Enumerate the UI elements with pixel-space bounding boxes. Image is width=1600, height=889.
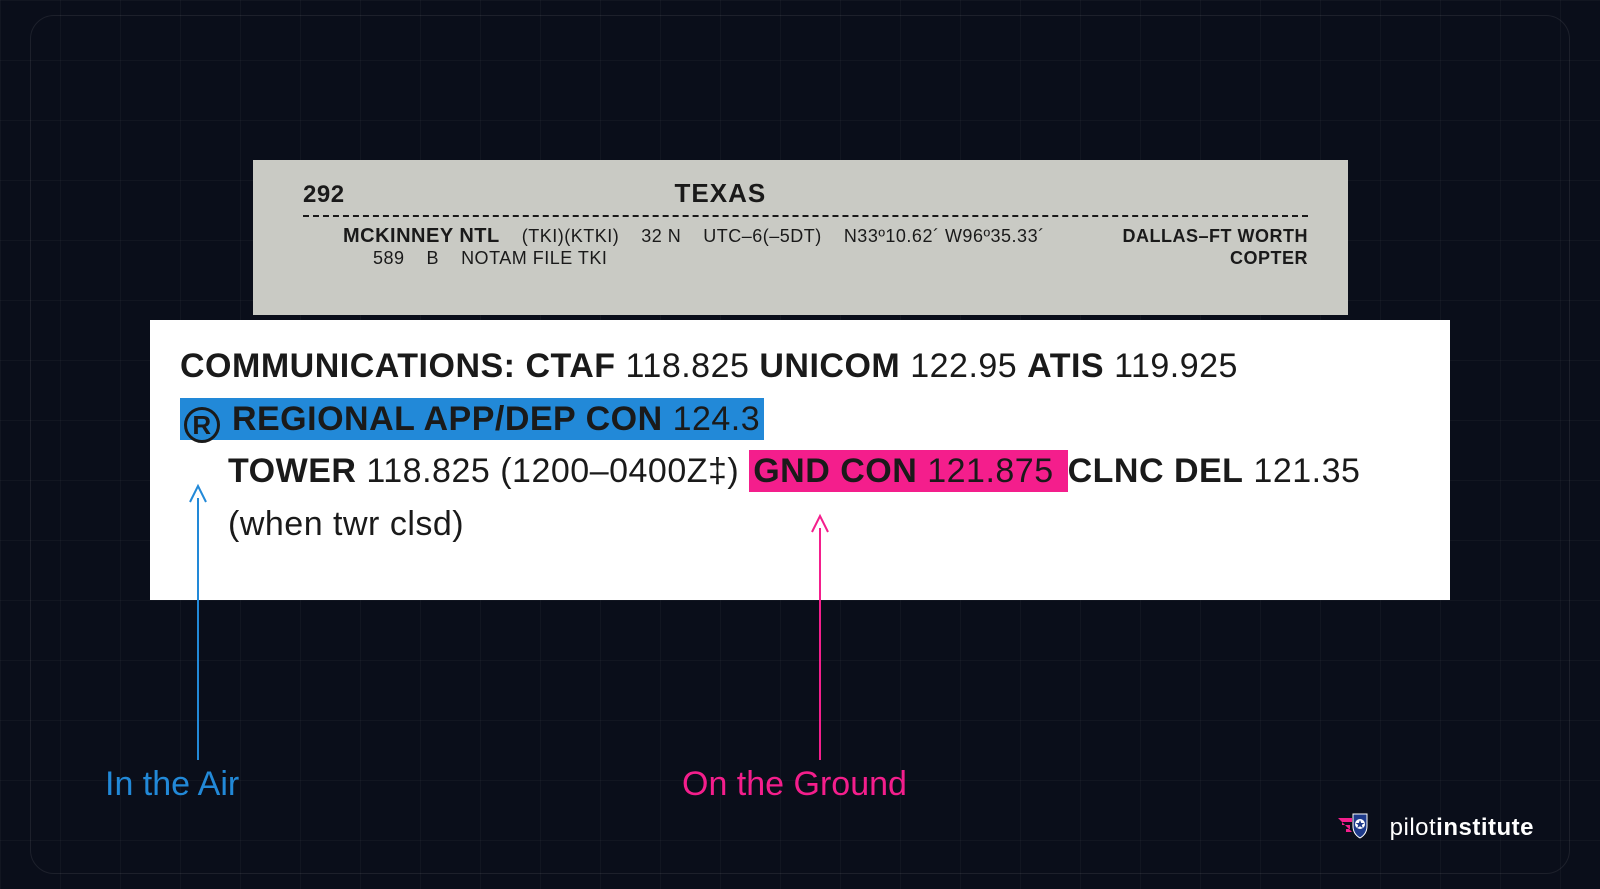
region-title: TEXAS [675, 178, 767, 209]
airport-elevation: 589 [373, 248, 405, 269]
comm-line-2: R REGIONAL APP/DEP CON 124.3 [180, 393, 1422, 446]
brand-text: pilotinstitute [1390, 814, 1534, 842]
gnd-freq: 121.875 [927, 452, 1053, 490]
divider [303, 215, 1308, 217]
airport-info-row-1: MCKINNEY NTL (TKI)(KTKI) 32 N UTC–6(–5DT… [303, 225, 1308, 248]
comm-note: (when twr clsd) [228, 505, 464, 543]
communications-panel: COMMUNICATIONS: CTAF 118.825 UNICOM 122.… [150, 320, 1450, 600]
annotation-air: In the Air [105, 765, 239, 804]
brand-logo: pilotinstitute [1338, 810, 1534, 845]
atis-label: ATIS [1027, 347, 1104, 385]
brand-word-2: institute [1436, 814, 1534, 841]
airport-notam: NOTAM FILE TKI [461, 248, 607, 269]
annotation-ground: On the Ground [682, 765, 907, 804]
regional-freq: 124.3 [673, 400, 761, 438]
comm-line-1: COMMUNICATIONS: CTAF 118.825 UNICOM 122.… [180, 340, 1422, 393]
airport-utc: UTC–6(–5DT) [703, 226, 822, 247]
comm-line-3: TOWER 118.825 (1200–0400Z‡) GND CON 121.… [180, 445, 1422, 498]
comm-line-4: (when twr clsd) [180, 498, 1422, 551]
ctaf-label: CTAF [525, 347, 615, 385]
regional-highlight: R REGIONAL APP/DEP CON 124.3 [180, 398, 764, 440]
ctaf-freq: 118.825 [626, 347, 750, 385]
clnc-label: CLNC DEL [1068, 452, 1244, 490]
wings-shield-icon [1338, 810, 1382, 845]
comm-heading: COMMUNICATIONS: [180, 347, 516, 385]
clnc-freq: 121.35 [1253, 452, 1360, 490]
atis-freq: 119.925 [1114, 347, 1238, 385]
airport-fuel: B [427, 248, 440, 269]
chart-supplement-header: 292 TEXAS MCKINNEY NTL (TKI)(KTKI) 32 N … [253, 160, 1348, 315]
gnd-highlight: GND CON 121.875 [749, 450, 1067, 492]
tower-hours: (1200–0400Z‡) [500, 452, 739, 490]
airport-info-row-2: 589 B NOTAM FILE TKI COPTER [303, 248, 1308, 269]
gnd-label: GND CON [753, 452, 917, 490]
unicom-freq: 122.95 [910, 347, 1017, 385]
page-number: 292 [303, 181, 345, 209]
copter-label: COPTER [1230, 248, 1308, 269]
airport-name: MCKINNEY NTL [343, 225, 500, 248]
brand-word-1: pilot [1390, 814, 1437, 841]
airport-identifiers: (TKI)(KTKI) [522, 226, 620, 247]
regional-label: REGIONAL APP/DEP CON [232, 400, 663, 438]
unicom-label: UNICOM [759, 347, 900, 385]
airport-distance: 32 N [641, 226, 681, 247]
tower-label: TOWER [228, 452, 356, 490]
registered-icon: R [184, 407, 220, 443]
tower-freq: 118.825 [366, 452, 490, 490]
airport-coords: N33º10.62´ W96º35.33´ [844, 226, 1045, 247]
sectional-name: DALLAS–FT WORTH [1123, 226, 1308, 247]
